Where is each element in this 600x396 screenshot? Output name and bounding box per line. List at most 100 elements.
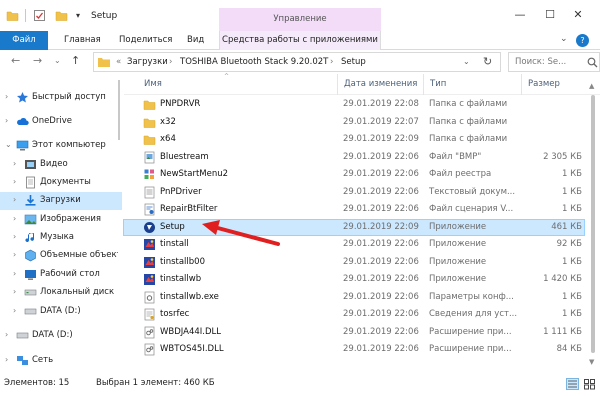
column-header-date[interactable]: Дата изменения [344, 79, 417, 89]
sidebar-item-desktop[interactable]: › Рабочий стол [0, 266, 122, 284]
tab-view[interactable]: Вид [187, 31, 204, 50]
file-row[interactable]: RepairBtFilter 29.01.2019 22:06 Файл сцена… [124, 202, 584, 217]
sidebar-item-video[interactable]: › Видео [0, 156, 122, 174]
column-divider[interactable] [521, 74, 522, 95]
file-row[interactable]: tinstall 29.01.2019 22:06 Приложение 92 КБ [124, 237, 584, 252]
help-icon[interactable]: ? [576, 34, 589, 47]
file-list-scrollbar[interactable] [588, 95, 598, 353]
file-row[interactable]: Bluestream 29.01.2019 22:06 Файл "BMP" 2 30… [124, 150, 584, 165]
expand-chevron-icon[interactable]: › [13, 232, 16, 241]
properties-icon[interactable] [33, 9, 46, 22]
file-size: 1 111 КБ [543, 326, 582, 337]
manage-context-tab[interactable]: Управление [219, 8, 381, 31]
column-divider[interactable] [337, 74, 338, 95]
minimize-button[interactable]: — [510, 6, 530, 24]
close-button[interactable]: ✕ [568, 6, 588, 24]
file-type: Текстовый докум... [429, 186, 516, 197]
file-size: 461 КБ [551, 221, 582, 232]
sidebar-item-label: Этот компьютер [32, 140, 106, 150]
sidebar-item-downloads[interactable]: › Загрузки [0, 192, 122, 210]
sidebar-item-data-drive-root[interactable]: › DATA (D:) [0, 327, 122, 345]
expand-chevron-icon[interactable]: › [13, 269, 16, 278]
file-date: 29.01.2019 22:06 [343, 169, 419, 179]
address-history-chevron-icon[interactable]: ⌄ [463, 57, 470, 66]
file-name: tinstallb00 [160, 256, 205, 267]
file-row[interactable]: x32 29.01.2019 22:07 Папка с файлами [124, 115, 584, 130]
expand-chevron-icon[interactable]: › [13, 177, 16, 186]
file-row[interactable]: NewStartMenu2 29.01.2019 22:06 Файл реестр… [124, 167, 584, 182]
expand-chevron-icon[interactable]: › [13, 214, 16, 223]
file-row[interactable]: x64 29.01.2019 22:09 Папка с файлами [124, 132, 584, 147]
column-header-name[interactable]: Имя [144, 79, 162, 89]
sidebar-item-local-disk[interactable]: › Локальный диск [0, 284, 122, 302]
new-folder-icon[interactable] [55, 9, 68, 22]
sidebar-item-3d-objects[interactable]: › Объемные объекты [0, 247, 122, 265]
recent-locations-button[interactable]: ⌄ [54, 56, 61, 65]
file-row[interactable]: PNPDRVR 29.01.2019 22:08 Папка с файлами [124, 97, 584, 112]
file-size: 92 КБ [556, 239, 582, 249]
maximize-button[interactable]: ☐ [540, 6, 560, 24]
scroll-down-icon[interactable]: ▼ [589, 358, 594, 366]
sidebar-item-documents[interactable]: › Документы [0, 174, 122, 192]
scroll-up-icon[interactable]: ▲ [589, 82, 594, 90]
large-icons-view-icon[interactable] [583, 378, 596, 390]
search-input[interactable]: Поиск: Se... [508, 52, 600, 72]
collapse-chevron-icon[interactable]: ⌄ [5, 140, 12, 149]
star-icon [17, 92, 28, 103]
sidebar-item-network[interactable]: › Сеть [0, 352, 122, 370]
expand-chevron-icon[interactable]: › [13, 306, 16, 315]
expand-chevron-icon[interactable]: › [13, 159, 16, 168]
file-row[interactable]: WBTOS45I.DLL 29.01.2019 22:06 Расширение п… [124, 342, 584, 357]
expand-chevron-icon[interactable]: › [5, 355, 8, 364]
navigation-pane: › Быстрый доступ › OneDrive ⌄ Этот компь… [0, 74, 122, 375]
address-bar[interactable]: « Загрузки › TOSHIBA Bluetooth Stack 9.2… [93, 52, 501, 72]
file-row[interactable]: WBDJA44I.DLL 29.01.2019 22:06 Расширение п… [124, 325, 584, 340]
tab-share[interactable]: Поделиться [119, 31, 172, 50]
breadcrumb-toshiba[interactable]: TOSHIBA Bluetooth Stack 9.20.02T [180, 57, 328, 67]
sidebar-item-this-pc[interactable]: ⌄ Этот компьютер [0, 137, 122, 155]
expand-chevron-icon[interactable]: › [5, 92, 8, 101]
forward-button[interactable]: → [33, 54, 42, 67]
folder-icon[interactable] [6, 9, 19, 22]
expand-chevron-icon[interactable]: › [13, 287, 16, 296]
sidebar-item-onedrive[interactable]: › OneDrive [0, 113, 122, 131]
expand-chevron-icon[interactable]: › [5, 116, 8, 125]
bmp-file-icon [144, 151, 155, 163]
tab-file[interactable]: Файл [0, 31, 48, 50]
expand-chevron-icon[interactable]: › [5, 330, 8, 339]
refresh-icon[interactable]: ↻ [483, 55, 492, 68]
column-header-size[interactable]: Размер [528, 79, 560, 89]
file-row[interactable]: tinstallwb 29.01.2019 22:06 Приложение 1 42… [124, 272, 584, 287]
folder-icon [143, 135, 156, 145]
sidebar-item-pictures[interactable]: › Изображения [0, 211, 122, 229]
back-button[interactable]: ← [11, 54, 20, 67]
file-row[interactable]: tinstallb00 29.01.2019 22:06 Приложение 1 К… [124, 255, 584, 270]
video-icon [25, 160, 36, 169]
column-divider[interactable] [423, 74, 424, 95]
tab-home[interactable]: Главная [64, 31, 101, 50]
customize-toolbar-chevron-icon[interactable]: ▾ [76, 11, 80, 20]
breadcrumb-overflow[interactable]: « [116, 57, 121, 67]
expand-chevron-icon[interactable]: › [13, 250, 16, 259]
details-view-icon[interactable] [566, 378, 579, 390]
column-header-type[interactable]: Тип [430, 79, 446, 89]
computer-icon [16, 140, 29, 151]
file-row[interactable]: tinstallwb.exe 29.01.2019 22:06 Параметры … [124, 290, 584, 305]
sidebar-item-music[interactable]: › Музыка [0, 229, 122, 247]
file-type: Приложение [429, 256, 487, 267]
expand-ribbon-icon[interactable]: ⌄ [560, 34, 568, 44]
up-button[interactable]: ↑ [71, 54, 80, 67]
file-size: 84 КБ [556, 344, 582, 354]
breadcrumb-downloads[interactable]: Загрузки [127, 57, 168, 67]
tab-application-tools[interactable]: Средства работы с приложениями [219, 31, 381, 50]
file-row[interactable]: PnPDriver 29.01.2019 22:06 Текстовый докум… [124, 185, 584, 200]
sidebar-item-quick-access[interactable]: › Быстрый доступ [0, 89, 122, 107]
drive-icon [16, 332, 29, 339]
sidebar-item-data-drive[interactable]: › DATA (D:) [0, 303, 122, 321]
expand-chevron-icon[interactable]: › [13, 195, 16, 204]
file-row[interactable]: Setup 29.01.2019 22:09 Приложение 461 КБ [123, 218, 585, 236]
sidebar-scrollbar[interactable] [117, 74, 122, 375]
breadcrumb-setup[interactable]: Setup [341, 57, 366, 67]
file-row[interactable]: tosrfec 29.01.2019 22:06 Сведения для уст.… [124, 307, 584, 322]
file-type: Папка с файлами [429, 116, 508, 127]
